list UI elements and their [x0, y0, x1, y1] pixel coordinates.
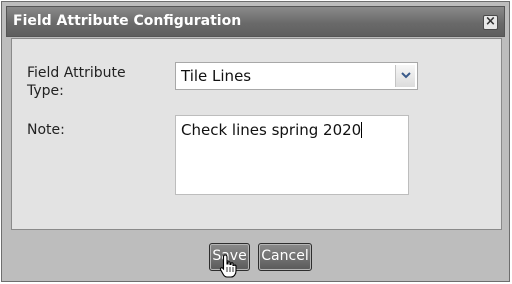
dialog-titlebar[interactable]: Field Attribute Configuration ×	[6, 6, 505, 37]
note-text: Check lines spring 2020	[181, 121, 362, 139]
field-attribute-type-select[interactable]: Tile Lines	[175, 62, 418, 90]
field-attribute-dialog: Field Attribute Configuration × Field At…	[1, 1, 510, 282]
cancel-button[interactable]: Cancel	[258, 243, 312, 271]
field-attribute-type-label: Field Attribute Type:	[27, 65, 126, 99]
dialog-content: Field Attribute Type: Tile Lines Note: C…	[11, 38, 502, 230]
note-label: Note:	[27, 122, 65, 138]
close-icon[interactable]: ×	[483, 15, 498, 30]
chevron-down-icon[interactable]	[395, 65, 415, 87]
text-caret	[361, 122, 363, 138]
field-attribute-type-value: Tile Lines	[181, 67, 252, 85]
note-field[interactable]: Check lines spring 2020	[175, 115, 409, 195]
hand-pointer-icon	[219, 254, 237, 282]
dialog-title: Field Attribute Configuration	[13, 13, 242, 29]
